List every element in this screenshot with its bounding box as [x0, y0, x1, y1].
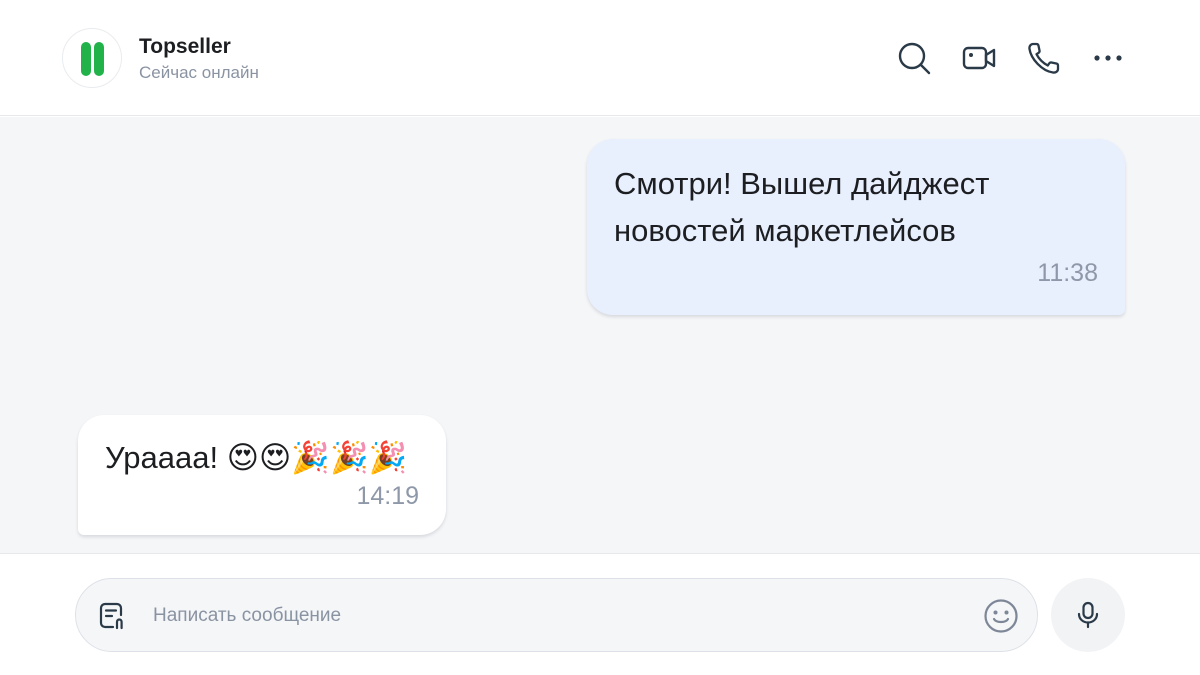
smiley-icon	[984, 599, 1018, 633]
video-call-button[interactable]	[961, 40, 997, 76]
voice-message-button[interactable]	[1051, 578, 1125, 652]
more-icon	[1094, 55, 1122, 61]
contact-name[interactable]: Topseller	[139, 35, 231, 59]
contact-status: Сейчас онлайн	[139, 63, 259, 82]
message-time: 11:38	[1037, 259, 1098, 287]
search-button[interactable]	[896, 40, 932, 76]
chat-header: Topseller Сейчас онлайн	[0, 0, 1200, 116]
search-icon	[898, 42, 931, 75]
message-input-wrapper[interactable]	[75, 578, 1038, 652]
message-text: Смотри! Вышел дайджест новостей маркетле…	[614, 166, 990, 248]
outgoing-message[interactable]: Смотри! Вышел дайджест новостей маркетле…	[587, 139, 1125, 315]
avatar[interactable]	[62, 28, 122, 88]
message-list[interactable]: Смотри! Вышел дайджест новостей маркетле…	[0, 117, 1200, 553]
message-composer	[0, 553, 1200, 675]
incoming-message[interactable]: Урaaaa! 😍😍🎉🎉🎉 14:19	[78, 415, 446, 535]
video-call-icon	[962, 46, 996, 70]
attach-document-icon	[99, 602, 123, 630]
phone-icon	[1028, 42, 1060, 74]
message-input[interactable]	[153, 596, 953, 636]
message-time: 14:19	[356, 482, 419, 510]
more-options-button[interactable]	[1090, 40, 1126, 76]
phone-call-button[interactable]	[1026, 40, 1062, 76]
chat-window: Topseller Сейчас онлайн Смотри! Вышел да…	[0, 0, 1200, 675]
attach-button[interactable]	[94, 598, 130, 634]
message-text: Урaaaa! 😍😍🎉🎉🎉	[105, 440, 408, 475]
microphone-icon	[1077, 601, 1099, 629]
topseller-logo-icon	[81, 42, 104, 76]
emoji-button[interactable]	[982, 597, 1020, 635]
